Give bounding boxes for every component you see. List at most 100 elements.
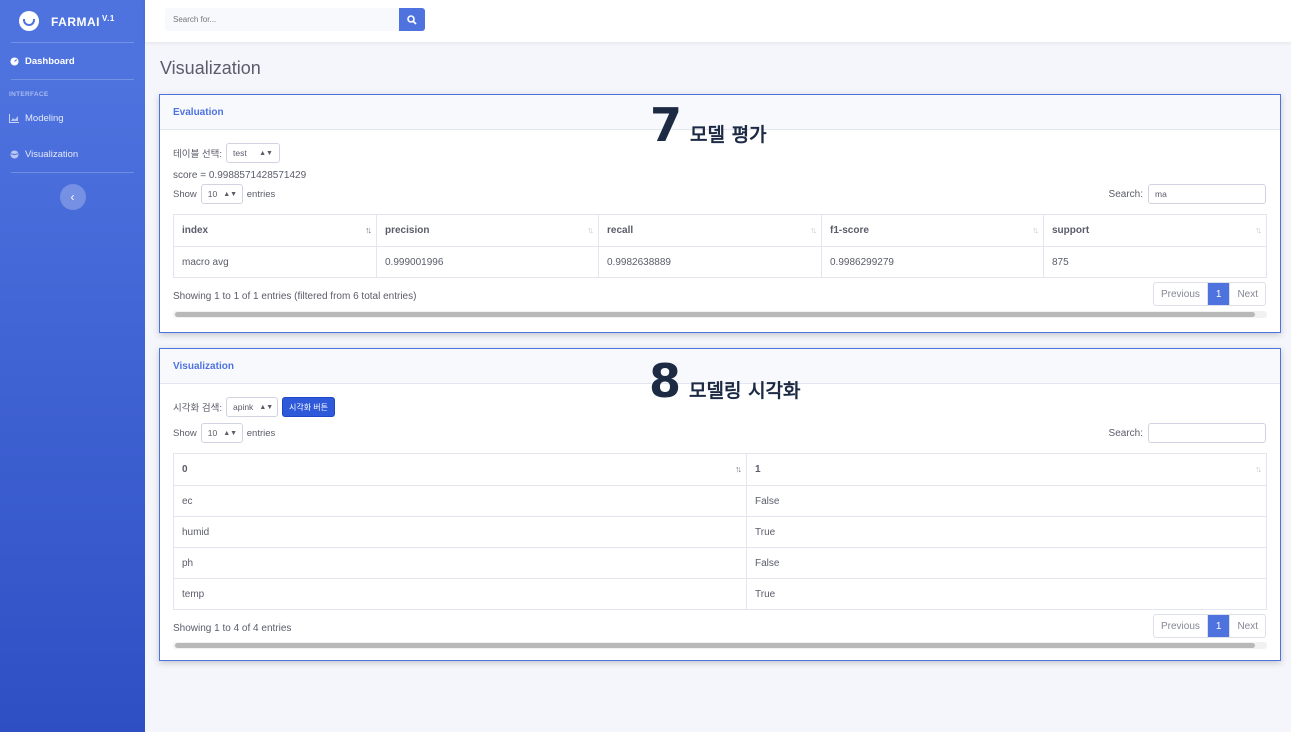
entries-select[interactable]: 10 ▲▼ xyxy=(200,423,243,443)
entries-select[interactable]: 10 ▲▼ xyxy=(200,184,243,204)
table-cell: ec xyxy=(173,485,747,517)
topbar-search xyxy=(165,8,425,31)
table-row: ec False xyxy=(173,485,1267,517)
entries-length: Show 10 ▲▼ entries xyxy=(173,423,275,443)
table-info: Showing 1 to 1 of 1 entries (filtered fr… xyxy=(173,291,417,302)
page-title: Visualization xyxy=(160,58,261,78)
column-header-f1-score[interactable]: f1-score ↑↓ xyxy=(821,214,1044,247)
topbar xyxy=(145,0,1291,42)
table-cell: False xyxy=(746,485,1267,517)
entries-length: Show 10 ▲▼ entries xyxy=(173,184,275,204)
sidebar-item-label: Modeling xyxy=(25,112,64,124)
sidebar-item-visualization[interactable]: Visualization xyxy=(0,136,145,172)
filter-input[interactable] xyxy=(1148,423,1266,443)
filter-label: Search: xyxy=(1108,188,1143,200)
show-label: Show xyxy=(173,427,197,439)
sort-icon: ↑↓ xyxy=(587,225,594,235)
viz-select[interactable]: apink ▲▼ xyxy=(225,397,278,417)
table-select-value: test xyxy=(232,148,247,158)
select-arrows-icon: ▲▼ xyxy=(259,403,274,411)
sidebar-item-dashboard[interactable]: Dashboard xyxy=(0,43,145,79)
visualization-table: 0 ↑↓ 1 ↑↓ ec False humid True ph False tem… xyxy=(173,453,1267,610)
sidebar-toggle-button[interactable]: ‹ xyxy=(59,184,86,210)
viz-select-value: apink xyxy=(232,402,254,412)
next-button[interactable]: Next xyxy=(1230,615,1265,637)
chevron-left-icon: ‹ xyxy=(70,190,75,204)
evaluation-table: index ↑↓ precision ↑↓ recall ↑↓ f1-score ↑↓ … xyxy=(173,214,1267,278)
horizontal-scrollbar[interactable] xyxy=(173,311,1267,318)
step-label: 모델링 시각화 xyxy=(689,380,801,402)
sidebar-item-modeling[interactable]: Modeling xyxy=(0,100,145,136)
table-cell: 875 xyxy=(1043,246,1267,278)
column-header-0[interactable]: 0 ↑↓ xyxy=(173,453,747,486)
smile-logo-icon xyxy=(19,11,39,31)
step-label: 모델 평가 xyxy=(690,124,767,146)
table-cell: True xyxy=(746,516,1267,548)
column-header-precision[interactable]: precision ↑↓ xyxy=(376,214,599,247)
table-select[interactable]: test ▲▼ xyxy=(225,143,280,163)
table-cell: ph xyxy=(173,547,747,579)
sort-icon: ↑↓ xyxy=(1032,225,1039,235)
table-cell: 0.9982638889 xyxy=(598,246,822,278)
table-filter: Search: xyxy=(1109,184,1266,204)
table-cell: macro avg xyxy=(173,246,377,278)
column-header-index[interactable]: index ↑↓ xyxy=(173,214,377,247)
tachometer-icon xyxy=(9,56,19,66)
page-1-button[interactable]: 1 xyxy=(1207,615,1231,637)
sort-icon: ↑↓ xyxy=(1255,225,1262,235)
search-icon xyxy=(407,14,417,25)
brand[interactable]: FARMAI V.1 xyxy=(0,0,145,42)
step-annotation: 7 모델 평가 xyxy=(650,102,767,148)
pagination: Previous 1 Next xyxy=(1152,614,1266,638)
entries-label: entries xyxy=(246,188,276,200)
sidebar-divider xyxy=(11,172,134,173)
search-input[interactable] xyxy=(165,8,399,31)
search-button[interactable] xyxy=(399,8,425,31)
scrollbar-thumb[interactable] xyxy=(175,643,1255,648)
table-row: temp True xyxy=(173,578,1267,610)
table-row: humid True xyxy=(173,516,1267,548)
brand-name: FARMAI V.1 xyxy=(51,13,115,29)
column-header-recall[interactable]: recall ↑↓ xyxy=(598,214,822,247)
next-button[interactable]: Next xyxy=(1230,283,1265,305)
sidebar: FARMAI V.1 Dashboard INTERFACE Modeling V… xyxy=(0,0,145,732)
table-cell: humid xyxy=(173,516,747,548)
visualize-button[interactable]: 시각화 버튼 xyxy=(281,397,336,417)
entries-select-value: 10 xyxy=(207,189,218,199)
select-arrows-icon: ▲▼ xyxy=(223,429,238,437)
sort-asc-icon: ↑↓ xyxy=(365,225,372,235)
table-cell: True xyxy=(746,578,1267,610)
card-header: Evaluation 7 모델 평가 xyxy=(160,95,1280,148)
chart-area-icon xyxy=(9,113,19,123)
previous-button[interactable]: Previous xyxy=(1154,283,1208,305)
sidebar-item-label: Dashboard xyxy=(25,55,75,67)
page-1-button[interactable]: 1 xyxy=(1207,283,1231,305)
sort-icon: ↑↓ xyxy=(810,225,817,235)
previous-button[interactable]: Previous xyxy=(1154,615,1208,637)
card-header: Visualization 8 모델링 시각화 xyxy=(160,349,1280,404)
evaluation-card: Evaluation 7 모델 평가 테이블 선택: test ▲▼ score… xyxy=(159,94,1281,333)
filter-input[interactable] xyxy=(1148,184,1266,204)
table-info: Showing 1 to 4 of 4 entries xyxy=(173,623,292,634)
column-header-support[interactable]: support ↑↓ xyxy=(1043,214,1267,247)
sidebar-heading: INTERFACE xyxy=(9,91,49,98)
select-arrows-icon: ▲▼ xyxy=(259,149,273,157)
step-annotation: 8 모델링 시각화 xyxy=(649,358,801,404)
table-select-label: 테이블 선택: xyxy=(173,149,222,160)
entries-label: entries xyxy=(246,427,276,439)
table-row: ph False xyxy=(173,547,1267,579)
step-number: 7 xyxy=(650,98,683,152)
score-text: score = 0.9988571428571429 xyxy=(173,170,307,181)
viz-search-row: 시각화 검색: apink ▲▼ 시각화 버튼 xyxy=(173,397,336,417)
table-cell: temp xyxy=(173,578,747,610)
column-header-1[interactable]: 1 ↑↓ xyxy=(746,453,1267,486)
horizontal-scrollbar[interactable] xyxy=(173,642,1267,649)
scrollbar-thumb[interactable] xyxy=(175,312,1255,317)
sidebar-item-label: Visualization xyxy=(25,148,79,160)
entries-select-value: 10 xyxy=(207,428,218,438)
viz-search-label: 시각화 검색: xyxy=(173,403,222,414)
card-title: Evaluation xyxy=(173,106,224,118)
sort-asc-icon: ↑↓ xyxy=(735,464,742,474)
globe-icon xyxy=(9,149,19,159)
table-cell: False xyxy=(746,547,1267,579)
